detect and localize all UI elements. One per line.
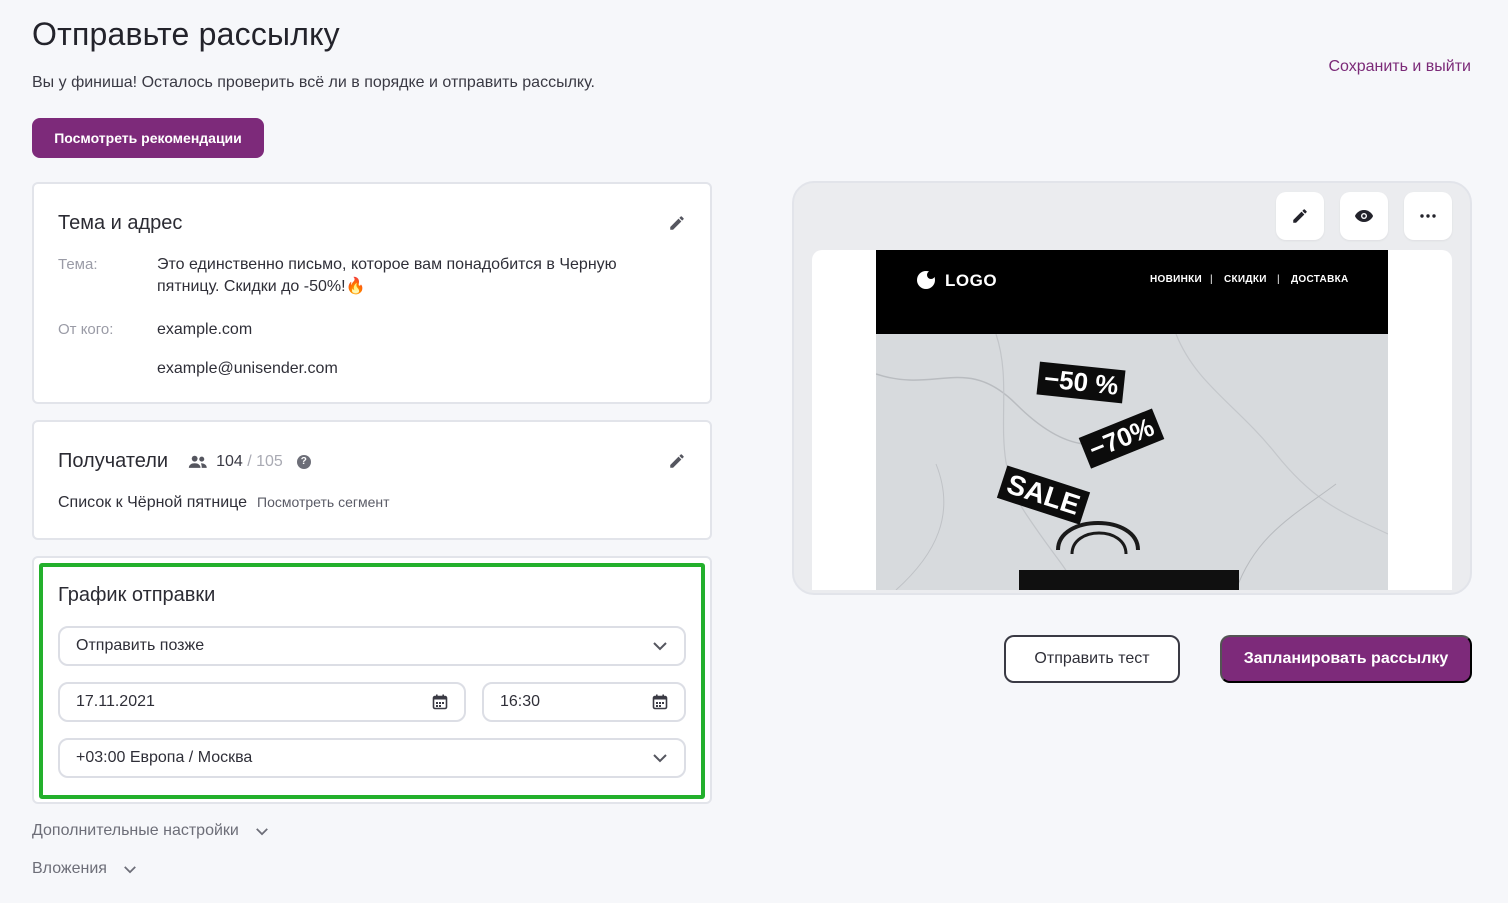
schedule-card-title: График отправки — [58, 584, 216, 606]
pencil-icon[interactable] — [668, 452, 686, 470]
subject-card-title: Тема и адрес — [58, 212, 183, 234]
from-name: example.com — [157, 321, 253, 338]
pencil-icon[interactable] — [668, 214, 686, 232]
attachments-label: Вложения — [32, 860, 107, 877]
subject-value-line1: Это единственно письмо, которое вам пона… — [157, 256, 617, 273]
from-email: example@unisender.com — [157, 360, 338, 377]
schedule-card: График отправки Отправить позже 17.11.20… — [32, 556, 712, 804]
subject-address-card: Тема и адрес Тема: Это единственно письм… — [32, 182, 712, 404]
logo-mark-icon — [917, 271, 935, 289]
additional-settings-label: Дополнительные настройки — [32, 822, 239, 839]
save-and-exit-link[interactable]: Сохранить и выйти — [1328, 58, 1471, 76]
attachments-toggle[interactable]: Вложения — [32, 860, 137, 878]
send-mode-value: Отправить позже — [76, 637, 205, 654]
preview-button[interactable] — [1340, 192, 1388, 240]
subject-value-line2: пятницу. Скидки до -50%!🔥 — [157, 278, 366, 295]
send-test-button[interactable]: Отправить тест — [1004, 635, 1180, 683]
more-options-button[interactable] — [1404, 192, 1452, 240]
page-title: Отправьте рассылку — [32, 16, 340, 52]
email-header: LOGO НОВИНКИ | СКИДКИ | ДОСТАВКА — [876, 250, 1388, 334]
subject-label: Тема: — [58, 256, 98, 273]
date-value: 17.11.2021 — [76, 693, 155, 710]
email-nav-delivery: ДОСТАВКА — [1291, 274, 1349, 285]
eye-icon — [1355, 210, 1373, 222]
timezone-select[interactable]: +03:00 Европа / Москва — [58, 738, 686, 778]
email-nav-sale: СКИДКИ — [1224, 274, 1267, 285]
pencil-icon — [1293, 209, 1307, 223]
more-icon — [1420, 214, 1436, 218]
users-icon — [188, 455, 207, 468]
view-recommendations-button[interactable]: Посмотреть рекомендации — [32, 118, 264, 158]
email-nav-new: НОВИНКИ — [1150, 274, 1203, 285]
from-label: От кого: — [58, 321, 114, 338]
view-segment-link[interactable]: Посмотреть сегмент — [257, 494, 390, 510]
send-mode-select[interactable]: Отправить позже — [58, 626, 686, 666]
recipients-card: Получатели 104 / 105 ? Список к Чёрной п… — [32, 420, 712, 540]
recipients-count-value: 104 — [216, 452, 243, 470]
recipients-count: 104 / 105 — [216, 453, 283, 471]
recipients-total: / 105 — [242, 452, 283, 470]
email-logo-text: LOGO — [945, 271, 998, 290]
chevron-down-icon — [124, 865, 136, 873]
recipients-header: Получатели 104 / 105 ? — [58, 450, 311, 473]
additional-settings-toggle[interactable]: Дополнительные настройки — [32, 822, 269, 840]
edit-template-button[interactable] — [1276, 192, 1324, 240]
recipients-list-name: Список к Чёрной пятнице — [58, 494, 248, 511]
email-canvas: LOGO НОВИНКИ | СКИДКИ | ДОСТАВКА −50 % −… — [812, 250, 1452, 590]
marble-background-icon — [876, 334, 1388, 590]
time-value: 16:30 — [500, 693, 541, 710]
recipients-card-title: Получатели — [58, 450, 169, 472]
recipients-list-row: Список к Чёрной пятнице Посмотреть сегме… — [58, 494, 390, 512]
calendar-icon[interactable] — [432, 694, 448, 710]
calendar-icon[interactable] — [652, 694, 668, 710]
help-icon[interactable]: ? — [296, 454, 311, 469]
date-input[interactable]: 17.11.2021 — [58, 682, 466, 722]
email-nav-separator: | — [1277, 274, 1280, 285]
time-input[interactable]: 16:30 — [482, 682, 686, 722]
chevron-down-icon — [255, 827, 268, 835]
timezone-value: +03:00 Европа / Москва — [76, 749, 253, 766]
email-hero-image: −50 % −70% SALE — [876, 334, 1388, 590]
schedule-campaign-button[interactable]: Запланировать рассылку — [1220, 635, 1472, 683]
page-subtitle: Вы у финиша! Осталось проверить всё ли в… — [32, 74, 595, 91]
chevron-down-icon — [653, 754, 667, 763]
email-nav-separator: | — [1210, 274, 1213, 285]
chevron-down-icon — [653, 642, 667, 651]
